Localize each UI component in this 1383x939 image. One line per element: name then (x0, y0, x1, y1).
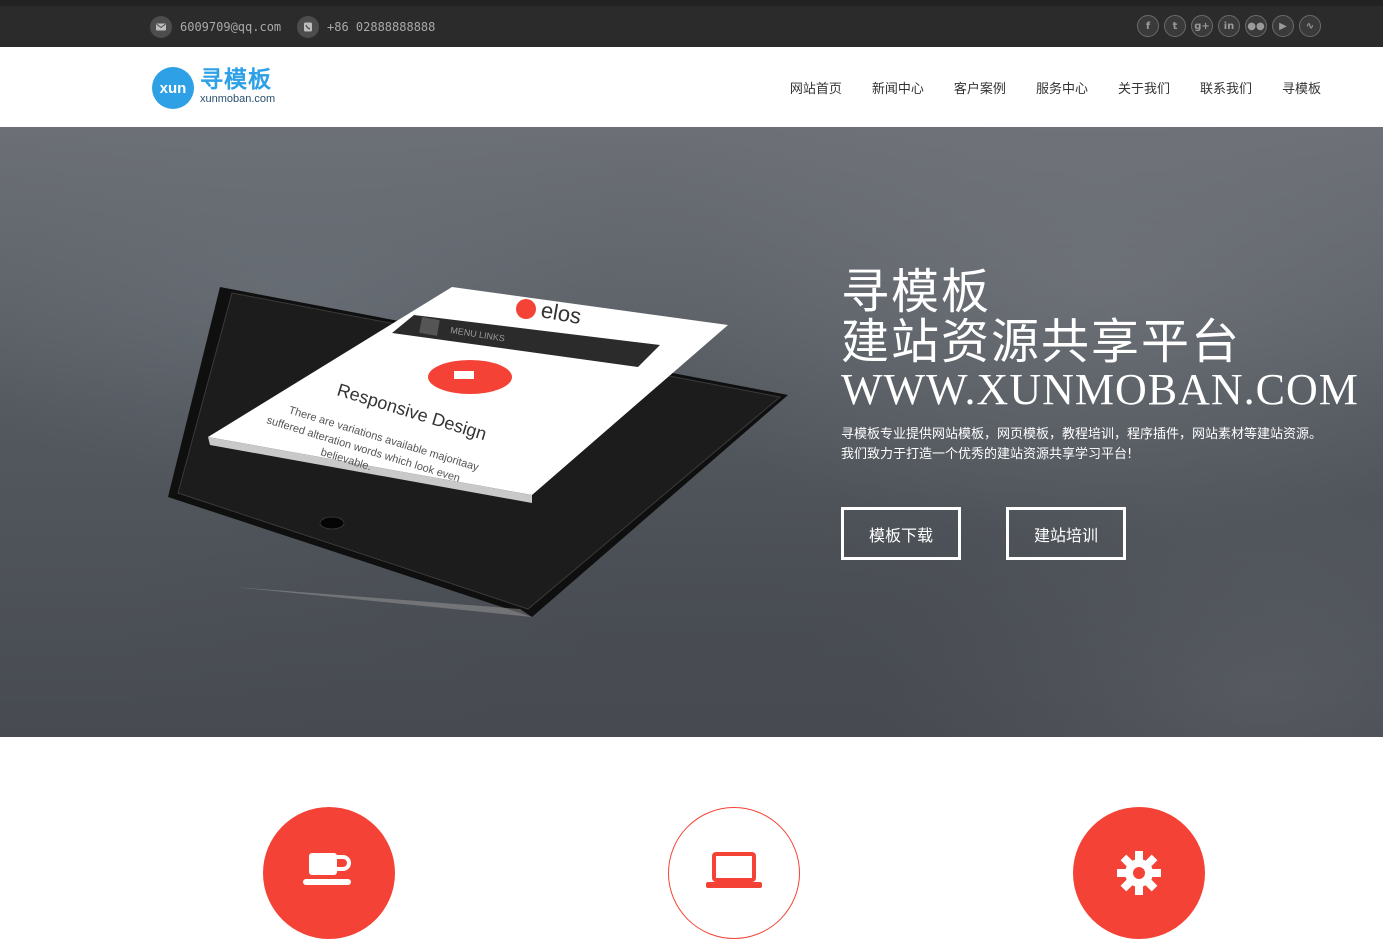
youtube-icon[interactable]: ▶ (1272, 15, 1294, 37)
logo-domain: xunmoban.com (200, 93, 276, 105)
hero-title-line1: 寻模板 (841, 264, 992, 320)
social-links: f t g+ in ●● ▶ ∿ (1137, 15, 1321, 37)
hero-title-line2: 建站资源共享平台 (841, 314, 1242, 370)
nav-item-xunmoban[interactable]: 寻模板 (1282, 78, 1321, 97)
tablet-illustration: MENU LINKS elos Responsive Design There … (168, 287, 788, 617)
hero-buttons: 模板下载 建站培训 (841, 507, 1126, 560)
hero-desc-line1: 寻模板专业提供网站模板，网页模板，教程培训，程序插件，网站素材等建站资源。 (841, 427, 1323, 442)
features-section (0, 737, 1383, 939)
phone-icon (297, 16, 319, 38)
twitter-icon[interactable]: t (1164, 15, 1186, 37)
nav-item-news[interactable]: 新闻中心 (872, 78, 924, 97)
nav-item-services[interactable]: 服务中心 (1036, 78, 1088, 97)
feature-circle-gear[interactable] (1073, 807, 1205, 939)
linkedin-icon[interactable]: in (1218, 15, 1240, 37)
top-bar: 6009709@qq.com +86 02888888888 f t g+ in… (0, 0, 1383, 47)
nav-item-contact[interactable]: 联系我们 (1200, 78, 1252, 97)
logo-title: 寻模板 (200, 67, 272, 93)
phone-contact[interactable]: +86 02888888888 (297, 16, 435, 38)
phone-text: +86 02888888888 (327, 20, 436, 34)
feature-circle-coffee[interactable] (263, 807, 395, 939)
gear-icon (1117, 851, 1161, 895)
facebook-icon[interactable]: f (1137, 15, 1159, 37)
nav-item-about[interactable]: 关于我们 (1118, 78, 1170, 97)
nav-item-cases[interactable]: 客户案例 (954, 78, 1006, 97)
coffee-cup-icon (303, 853, 351, 885)
email-contact[interactable]: 6009709@qq.com (150, 16, 281, 38)
hero-text: 寻模板 建站资源共享平台 WWW.XUNMOBAN.COM 寻模板专业提供网站模… (841, 267, 1371, 465)
hero-desc-line2: 我们致力于打造一个优秀的建站资源共享学习平台! (841, 447, 1133, 462)
rss-icon[interactable]: ∿ (1299, 15, 1321, 37)
hero-banner: MENU LINKS elos Responsive Design There … (0, 127, 1383, 737)
hero-domain: WWW.XUNMOBAN.COM (841, 365, 1359, 414)
flickr-icon[interactable]: ●● (1245, 15, 1267, 37)
logo-badge: xun (152, 67, 194, 109)
site-header: xun 寻模板 xunmoban.com 网站首页 新闻中心 客户案例 服务中心… (0, 47, 1383, 127)
main-nav: 网站首页 新闻中心 客户案例 服务中心 关于我们 联系我们 寻模板 (760, 47, 1321, 127)
laptop-icon (706, 852, 762, 888)
google-plus-icon[interactable]: g+ (1191, 15, 1213, 37)
envelope-icon (150, 16, 172, 38)
template-download-button[interactable]: 模板下载 (841, 507, 961, 560)
site-logo[interactable]: xun 寻模板 xunmoban.com (152, 65, 282, 110)
hero-description: 寻模板专业提供网站模板，网页模板，教程培训，程序插件，网站素材等建站资源。 我们… (841, 425, 1371, 465)
site-training-button[interactable]: 建站培训 (1006, 507, 1126, 560)
email-text: 6009709@qq.com (180, 20, 282, 34)
nav-item-home[interactable]: 网站首页 (790, 78, 842, 97)
feature-circle-laptop[interactable] (668, 807, 800, 939)
